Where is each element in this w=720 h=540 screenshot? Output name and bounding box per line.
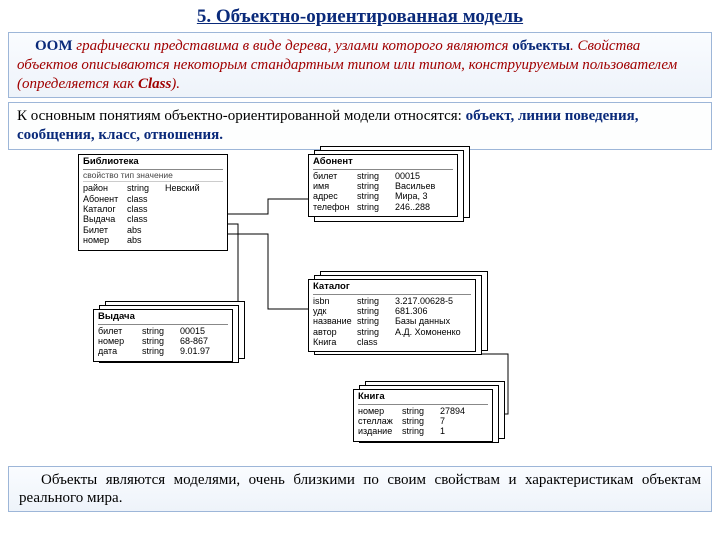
table-row: стеллажstring7 — [358, 416, 488, 426]
table-row: Книгаclass — [313, 337, 471, 347]
intro-acronym: ООМ — [35, 38, 73, 54]
library-subheader: свойство тип значение — [83, 171, 223, 183]
object-library: Библиотека свойство тип значение районst… — [78, 154, 228, 251]
intro-main: графически представима в виде дерева, уз… — [73, 38, 513, 54]
table-row: номерstring68-867 — [98, 336, 228, 346]
object-abonent: Абонент билетstring00015имяstringВасилье… — [308, 154, 458, 217]
table-row: билетstring00015 — [98, 326, 228, 336]
table-row: названиеstringБазы данных — [313, 316, 471, 326]
footer-text: Объекты являются моделями, очень близким… — [19, 472, 701, 506]
object-katalog: Каталог isbnstring3.217.00628-5удкstring… — [308, 279, 476, 353]
concepts-box: К основным понятиям объектно-ориентирова… — [8, 102, 712, 150]
library-title: Библиотека — [83, 157, 223, 170]
table-row: Абонентclass — [83, 194, 223, 204]
table-row: Выдачаclass — [83, 214, 223, 224]
diagram-area: Библиотека свойство тип значение районst… — [8, 154, 712, 464]
kniga-title: Книга — [358, 392, 488, 405]
katalog-title: Каталог — [313, 282, 471, 295]
table-row: Каталогclass — [83, 204, 223, 214]
vydacha-title: Выдача — [98, 312, 228, 325]
page-title: 5. Объектно-ориентированная модель — [4, 6, 716, 28]
object-vydacha: Выдача билетstring00015номерstring68-867… — [93, 309, 233, 362]
table-row: районstringНевский — [83, 183, 223, 193]
intro-box: ООМ графически представима в виде дерева… — [8, 32, 712, 98]
object-kniga: Книга номерstring27894стеллажstring7изда… — [353, 389, 493, 442]
table-row: номерstring27894 — [358, 406, 488, 416]
table-row: авторstringА.Д. Хомоненко — [313, 327, 471, 337]
table-row: билетstring00015 — [313, 171, 453, 181]
footer-box: Объекты являются моделями, очень близким… — [8, 466, 712, 512]
concepts-lead: К основным понятиям объектно-ориентирова… — [17, 108, 466, 124]
abonent-title: Абонент — [313, 157, 453, 170]
table-row: имяstringВасильев — [313, 181, 453, 191]
table-row: isbnstring3.217.00628-5 — [313, 296, 471, 306]
table-row: Билетabs — [83, 225, 223, 235]
table-row: адресstringМира, 3 — [313, 191, 453, 201]
intro-objects: объекты — [512, 38, 570, 54]
intro-end: ). — [171, 76, 180, 92]
table-row: номерabs — [83, 235, 223, 245]
intro-class: Class — [138, 76, 171, 92]
table-row: телефонstring246..288 — [313, 202, 453, 212]
table-row: датаstring9.01.97 — [98, 346, 228, 356]
table-row: удкstring681.306 — [313, 306, 471, 316]
table-row: изданиеstring1 — [358, 426, 488, 436]
